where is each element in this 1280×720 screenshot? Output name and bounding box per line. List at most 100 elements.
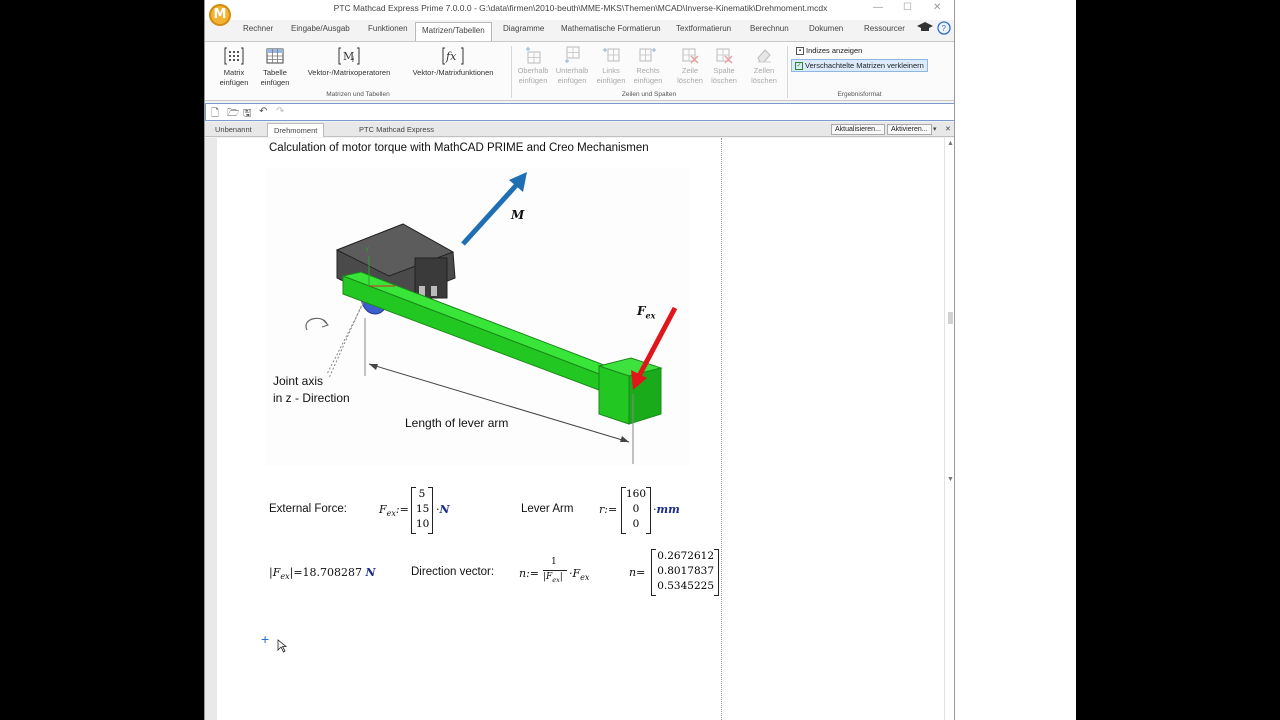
group-label-matrices: Matrizen und Tabellen (326, 91, 390, 98)
force-label: Fex (637, 304, 655, 320)
norm-unit: N (365, 566, 376, 579)
shrink-nested-matrices-checkbox[interactable]: ✓ Verschachtelte Matrizen verkleinern (791, 59, 928, 73)
matrix-operator-icon: Mi (338, 47, 360, 65)
insert-below-button[interactable]: Unterhalb einfügen (554, 46, 590, 85)
r-value: 0 (632, 518, 640, 530)
table-insert-button[interactable]: Tabelle einfügen (258, 46, 292, 87)
n-result-matrix[interactable]: 0.2672612 0.8017837 0.5345225 (651, 549, 719, 596)
scroll-down-icon[interactable]: ▼ (947, 476, 954, 483)
close-icon[interactable]: ✕ (933, 2, 941, 13)
worksheet[interactable]: ▲ ▼ Calculation of motor torque with Mat… (205, 138, 954, 720)
checkbox-checked-icon: ✓ (795, 62, 803, 71)
vertical-scrollbar[interactable]: ▲ ▼ (944, 138, 954, 720)
scroll-up-icon[interactable]: ▲ (947, 140, 954, 147)
mathcad-window: M PTC Mathcad Express Prime 7.0.0.0 - G:… (204, 0, 955, 720)
table-insert-label: Tabelle einfügen (260, 68, 290, 87)
minimize-icon[interactable]: — (873, 2, 883, 13)
insert-below-label: Unterhalb einfügen (555, 66, 589, 85)
show-indices-checkbox[interactable]: ▪ Indizes anzeigen (793, 45, 865, 56)
delete-column-icon (716, 48, 733, 64)
insert-above-icon (526, 47, 541, 64)
tab-math-formatierung[interactable]: Mathematische Formatierun (561, 24, 661, 33)
show-indices-label: Indizes anzeigen (806, 46, 863, 55)
tab-eingabe-ausgabe[interactable]: Eingabe/Ausgab (291, 24, 350, 33)
n-evaluation-lhs[interactable]: n= (629, 566, 645, 579)
r-unit[interactable]: ·mm (653, 503, 680, 516)
r-unit-text: mm (656, 503, 680, 516)
activate-button[interactable]: Aktivieren... (887, 124, 932, 135)
lever-arm-label: Lever Arm (521, 503, 574, 515)
delete-row-icon (682, 48, 699, 64)
tab-matrizen-tabellen[interactable]: Matrizen/Tabellen (415, 22, 492, 42)
function-icon: fx (442, 47, 464, 65)
eraser-icon (757, 49, 771, 63)
page-boundary (721, 138, 722, 720)
tab-dokument[interactable]: Dokumen (809, 24, 843, 33)
insert-left-button[interactable]: Links einfügen (595, 46, 627, 85)
chevron-down-icon[interactable]: ▾ (933, 125, 937, 133)
vector-functions-label: Vektor-/Matrixfunktionen (412, 68, 494, 77)
delete-row-button[interactable]: Zeile löschen (675, 46, 705, 85)
insert-left-label: Links einfügen (596, 66, 626, 85)
open-folder-icon[interactable]: 🗁 (227, 106, 239, 123)
fex-value: 15 (416, 503, 430, 515)
r-value: 160 (626, 488, 647, 500)
worksheet-margin (205, 138, 217, 720)
sheet-title: Calculation of motor torque with MathCAD… (269, 142, 649, 154)
delete-cells-button[interactable]: Zellen löschen (748, 46, 780, 85)
direction-vector-label: Direction vector: (411, 566, 495, 578)
fex-unit[interactable]: ·N (436, 503, 450, 516)
insert-right-button[interactable]: Rechts einfügen (632, 46, 664, 85)
window-title: PTC Mathcad Express Prime 7.0.0.0 - G:\d… (333, 3, 828, 13)
tab-rechner[interactable]: Rechner (243, 24, 273, 33)
matrix-insert-button[interactable]: Matrix einfügen (217, 46, 251, 87)
delete-cells-label: Zellen löschen (751, 66, 777, 85)
insert-left-icon (603, 48, 620, 62)
new-file-icon[interactable]: 🗋 (211, 106, 219, 123)
r-matrix[interactable]: 160 0 0 (621, 487, 651, 534)
quick-access-toolbar: 🗋 🗁 🖫 ↶ ↷ (205, 103, 954, 123)
tab-ressourcen[interactable]: Ressourcer (864, 24, 905, 33)
n-value: 0.5345225 (657, 580, 714, 592)
close-doc-icon[interactable]: ✕ (945, 125, 951, 133)
vector-matrix-operators-button[interactable]: Mi Vektor-/Matrixoperatoren (301, 46, 397, 78)
scroll-thumb[interactable] (948, 312, 953, 324)
r-definition-lhs[interactable]: r:= (599, 503, 617, 516)
svg-text:Y: Y (364, 246, 370, 254)
insert-above-label: Oberhalb einfügen (517, 66, 549, 85)
delete-column-button[interactable]: Spalte löschen (709, 46, 739, 85)
tab-diagramme[interactable]: Diagramme (503, 24, 544, 33)
tab-funktionen[interactable]: Funktionen (368, 24, 408, 33)
fex-definition-lhs[interactable]: Fex:= (379, 503, 409, 518)
external-force-label: External Force: (269, 503, 347, 515)
help-area: ? (917, 21, 953, 40)
mouse-pointer-icon (277, 639, 287, 653)
r-value: 0 (632, 503, 640, 515)
insert-above-button[interactable]: Oberhalb einfügen (515, 46, 551, 85)
norm-evaluation[interactable]: |Fex|=18.708287 N (269, 566, 376, 581)
update-button[interactable]: Aktualisieren... (831, 124, 885, 135)
n-value: 0.2672612 (657, 550, 714, 562)
group-label-rows-columns: Zeilen und Spalten (621, 91, 677, 98)
force-label-main: F (637, 304, 646, 318)
save-icon[interactable]: 🖫 (243, 106, 252, 123)
fex-value: 10 (416, 518, 430, 530)
fex-matrix[interactable]: 5 15 10 (411, 487, 433, 534)
ribbon-panel: Matrix einfügen Tabelle einfügen Mi Vekt… (205, 41, 954, 101)
group-label-result-format: Ergebnisformat (837, 91, 882, 98)
joint-axis-label-2: in z - Direction (273, 391, 350, 405)
norm-result: 18.708287 (302, 566, 363, 579)
maximize-icon[interactable]: ☐ (903, 2, 912, 13)
delete-row-label: Zeile löschen (677, 66, 703, 85)
vector-matrix-functions-button[interactable]: fx Vektor-/Matrixfunktionen (401, 46, 505, 78)
app-edition-label: PTC Mathcad Express (359, 125, 435, 134)
tab-berechnung[interactable]: Berechnun (750, 24, 789, 33)
doc-tab-drehmoment[interactable]: Drehmoment (267, 123, 325, 137)
n-definition[interactable]: n:= 1 |Fex| ·Fex (519, 557, 603, 594)
tab-textformatierung[interactable]: Textformatierun (676, 24, 731, 33)
redo-icon[interactable]: ↷ (276, 106, 284, 117)
doc-tab-unbenannt[interactable]: Unbenannt (215, 125, 252, 134)
graduation-cap-icon[interactable]: ? (917, 21, 953, 35)
fex-value: 5 (418, 488, 426, 500)
undo-icon[interactable]: ↶ (259, 106, 267, 117)
